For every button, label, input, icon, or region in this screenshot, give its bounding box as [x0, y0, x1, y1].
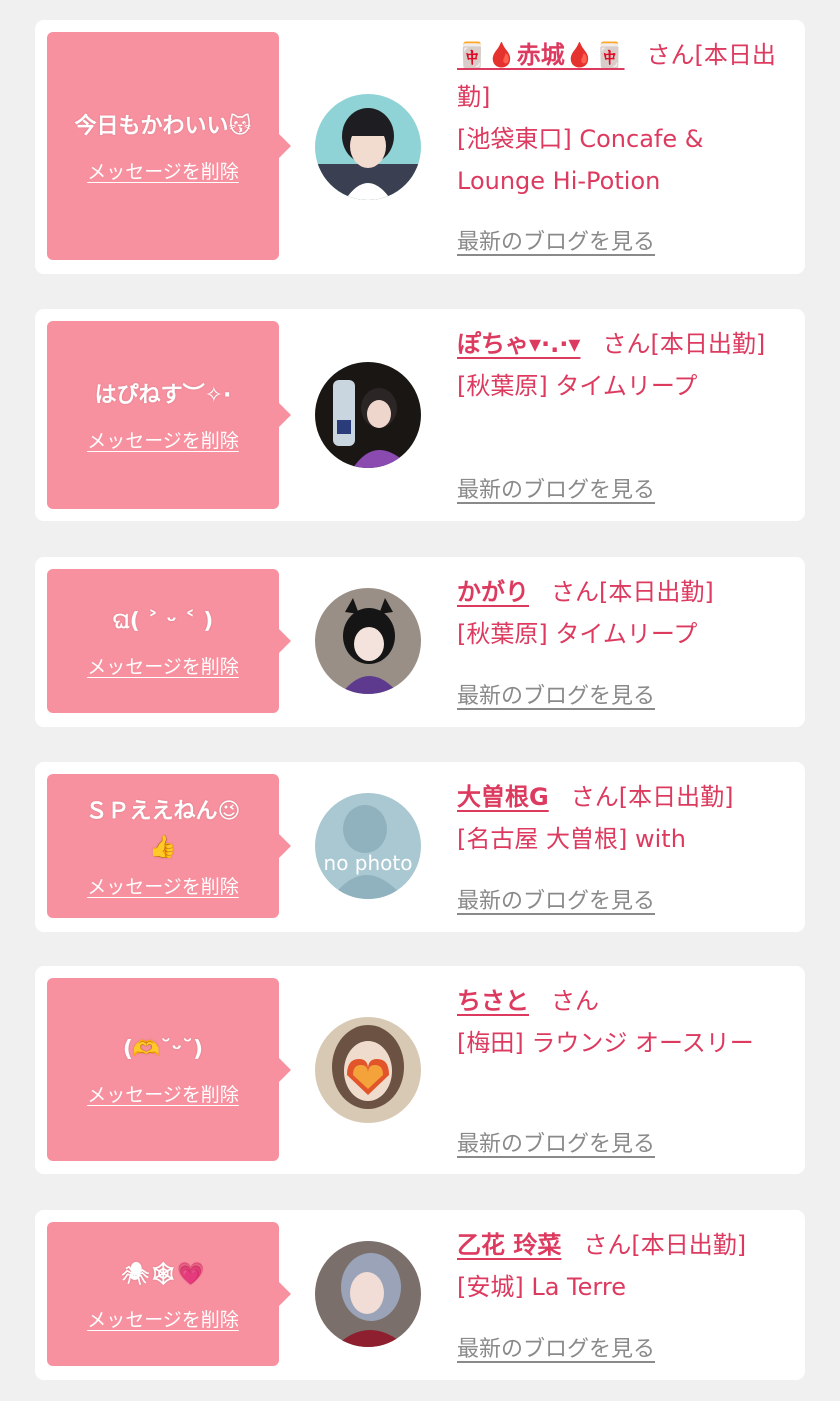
view-blog-link[interactable]: 最新のブログを見る	[457, 472, 655, 504]
shop-name: [安城] La Terre	[457, 1273, 626, 1301]
cast-info: かがり さん[本日出勤] [秋葉原] タイムリープ	[457, 571, 792, 655]
view-blog-link[interactable]: 最新のブログを見る	[457, 883, 655, 915]
message-bubble: はぴねす︶✧· メッセージを削除	[47, 321, 291, 509]
cast-avatar[interactable]	[315, 362, 421, 468]
favorite-card: ＳＰええねん😉 👍 メッセージを削除 no photo 大曽根G さん[本日出勤]…	[35, 762, 805, 932]
cast-status: さん	[551, 987, 599, 1015]
shop-name: [池袋東口] Concafe & Lounge Hi-Potion	[457, 125, 704, 195]
delete-message-link[interactable]: メッセージを削除	[87, 426, 239, 453]
cast-avatar[interactable]: no photo	[315, 793, 421, 899]
cast-name-link[interactable]: 乙花 玲菜	[457, 1231, 561, 1259]
view-blog-link[interactable]: 最新のブログを見る	[457, 224, 655, 256]
message-bubble: (🫶˘ᵕ˘) メッセージを削除	[47, 978, 291, 1161]
message-text: (🫶˘ᵕ˘)	[122, 1037, 204, 1062]
message-text: 🕷🕸💗	[121, 1261, 205, 1287]
cast-info: 乙花 玲菜 さん[本日出勤] [安城] La Terre	[457, 1224, 792, 1308]
cast-status: さん[本日出勤]	[551, 578, 714, 606]
person-photo-icon	[315, 362, 421, 468]
cast-status: さん[本日出勤]	[583, 1231, 747, 1259]
person-photo-icon	[315, 1017, 421, 1123]
cast-avatar[interactable]	[315, 1017, 421, 1123]
cast-info: 大曽根G さん[本日出勤] [名古屋 大曽根] with	[457, 776, 792, 860]
favorite-card: 今日もかわいい😽 メッセージを削除 🀄🩸赤城🩸🀄 さん[本日出勤] [池袋東口] …	[35, 20, 805, 274]
view-blog-link[interactable]: 最新のブログを見る	[457, 678, 655, 710]
message-text: ＳＰええねん😉 👍	[85, 798, 241, 860]
delete-message-link[interactable]: メッセージを削除	[87, 157, 239, 184]
no-photo-label: no photo	[323, 851, 413, 875]
delete-message-link[interactable]: メッセージを削除	[87, 872, 239, 899]
favorite-card: はぴねす︶✧· メッセージを削除 ぽちゃ▾·.·▾ さん[本日出勤] [秋葉原] …	[35, 309, 805, 521]
shop-name: [名古屋 大曽根] with	[457, 825, 686, 853]
message-bubble: 今日もかわいい😽 メッセージを削除	[47, 32, 291, 260]
cast-name-link[interactable]: ちさと	[457, 987, 529, 1015]
favorite-card: (🫶˘ᵕ˘) メッセージを削除 ちさと さん [梅田] ラウンジ オースリー 最新…	[35, 966, 805, 1174]
delete-message-link[interactable]: メッセージを削除	[87, 1305, 239, 1332]
message-bubble: ＳＰええねん😉 👍 メッセージを削除	[47, 774, 291, 918]
delete-message-link[interactable]: メッセージを削除	[87, 652, 239, 679]
cast-name-link[interactable]: ぽちゃ▾·.·▾	[457, 330, 580, 358]
message-bubble: ଘ( ˃ ᵕ ˂ ) メッセージを削除	[47, 569, 291, 713]
shop-name: [秋葉原] タイムリープ	[457, 620, 698, 648]
favorite-card: 🕷🕸💗 メッセージを削除 乙花 玲菜 さん[本日出勤] [安城] La Terre…	[35, 1210, 805, 1380]
message-text: 今日もかわいい😽	[74, 113, 252, 139]
cast-avatar[interactable]	[315, 94, 421, 200]
delete-message-link[interactable]: メッセージを削除	[87, 1080, 239, 1107]
cast-info: ぽちゃ▾·.·▾ さん[本日出勤] [秋葉原] タイムリープ	[457, 323, 792, 407]
person-photo-icon	[315, 588, 421, 694]
message-bubble: 🕷🕸💗 メッセージを削除	[47, 1222, 291, 1366]
view-blog-link[interactable]: 最新のブログを見る	[457, 1126, 655, 1158]
cast-name-link[interactable]: 🀄🩸赤城🩸🀄	[457, 41, 625, 69]
person-photo-icon	[315, 1241, 421, 1347]
cast-avatar[interactable]	[315, 588, 421, 694]
cast-info: 🀄🩸赤城🩸🀄 さん[本日出勤] [池袋東口] Concafe & Lounge H…	[457, 34, 792, 202]
cast-name-link[interactable]: 大曽根G	[457, 783, 549, 811]
cast-status: さん[本日出勤]	[602, 330, 766, 358]
message-text: はぴねす︶✧·	[94, 382, 232, 408]
favorites-feed: 今日もかわいい😽 メッセージを削除 🀄🩸赤城🩸🀄 さん[本日出勤] [池袋東口] …	[0, 0, 840, 1401]
cast-status: さん[本日出勤]	[570, 783, 734, 811]
no-photo-icon	[315, 793, 421, 899]
cast-avatar[interactable]	[315, 1241, 421, 1347]
message-text: ଘ( ˃ ᵕ ˂ )	[112, 608, 214, 634]
shop-name: [梅田] ラウンジ オースリー	[457, 1029, 754, 1057]
person-photo-icon	[315, 94, 421, 200]
favorite-card: ଘ( ˃ ᵕ ˂ ) メッセージを削除 かがり さん[本日出勤] [秋葉原] タイ…	[35, 557, 805, 727]
view-blog-link[interactable]: 最新のブログを見る	[457, 1331, 655, 1363]
shop-name: [秋葉原] タイムリープ	[457, 372, 698, 400]
cast-info: ちさと さん [梅田] ラウンジ オースリー	[457, 980, 792, 1064]
cast-name-link[interactable]: かがり	[457, 578, 529, 606]
